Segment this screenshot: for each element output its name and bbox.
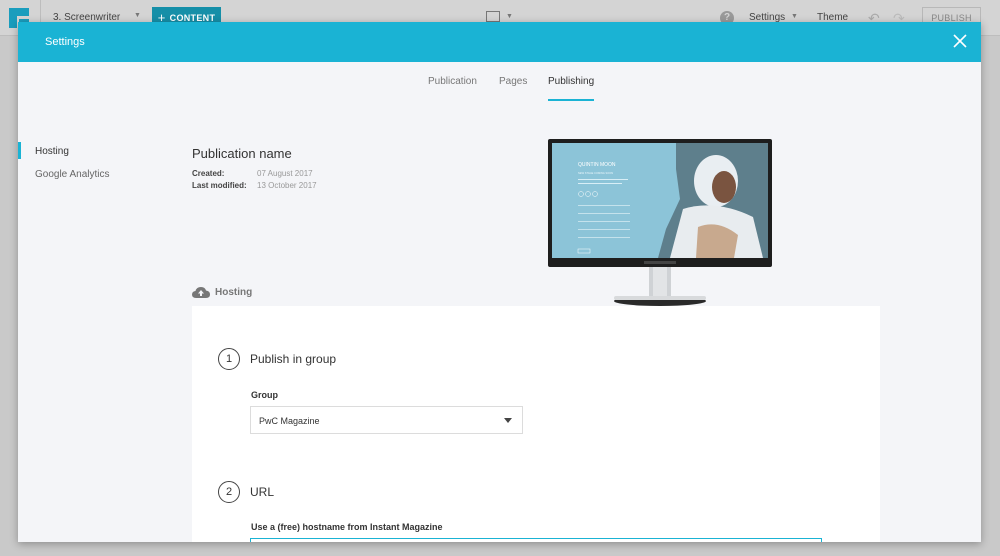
device-icon[interactable] — [486, 11, 500, 22]
preview-subheading: NEW STAGE COMING SOON — [578, 171, 613, 175]
modified-value: 13 October 2017 — [257, 181, 317, 190]
settings-modal: Settings Publication Pages Publishing Ho… — [18, 22, 981, 542]
chevron-down-icon[interactable]: ▼ — [506, 13, 513, 20]
group-select[interactable]: PwC Magazine — [250, 406, 523, 434]
group-label: Group — [251, 390, 278, 400]
chevron-down-icon[interactable]: ▼ — [791, 13, 798, 20]
hostname-label: Use a (free) hostname from Instant Magaz… — [251, 522, 443, 532]
hosting-card: 1 Publish in group Group PwC Magazine 2 … — [192, 306, 880, 542]
modal-header: Settings — [18, 22, 981, 62]
hosting-section-header: Hosting — [192, 286, 252, 298]
created-label: Created: — [192, 169, 225, 178]
sidebar-item-google-analytics[interactable]: Google Analytics — [35, 169, 110, 180]
created-value: 07 August 2017 — [257, 169, 313, 178]
cloud-upload-icon — [192, 287, 210, 298]
group-select-value: PwC Magazine — [259, 416, 320, 426]
tab-publication[interactable]: Publication — [428, 76, 477, 87]
publication-preview-monitor: QUINTIN MOON NEW STAGE COMING SOON — [548, 139, 772, 306]
step-title-url: URL — [250, 485, 275, 499]
step-number: 1 — [218, 348, 240, 370]
sidebar-item-hosting[interactable]: Hosting — [35, 146, 69, 157]
active-tab-indicator — [548, 99, 594, 101]
sidebar-active-indicator — [18, 142, 21, 159]
preview-heading: QUINTIN MOON — [578, 162, 616, 168]
add-content-label: CONTENT — [169, 12, 216, 23]
close-icon[interactable] — [953, 34, 967, 48]
chevron-down-icon[interactable]: ▼ — [134, 12, 141, 19]
step-number: 2 — [218, 481, 240, 503]
publication-name: Publication name — [192, 146, 292, 161]
modal-title: Settings — [45, 36, 85, 48]
settings-tabs: Publication Pages Publishing — [18, 62, 981, 102]
hosting-section-label: Hosting — [215, 286, 253, 298]
tab-publishing[interactable]: Publishing — [548, 76, 594, 87]
tab-pages[interactable]: Pages — [499, 76, 527, 87]
modified-label: Last modified: — [192, 181, 247, 190]
select-caret-icon — [504, 418, 512, 423]
hostname-input[interactable] — [250, 538, 822, 542]
step-title-publish-in-group: Publish in group — [250, 352, 337, 366]
